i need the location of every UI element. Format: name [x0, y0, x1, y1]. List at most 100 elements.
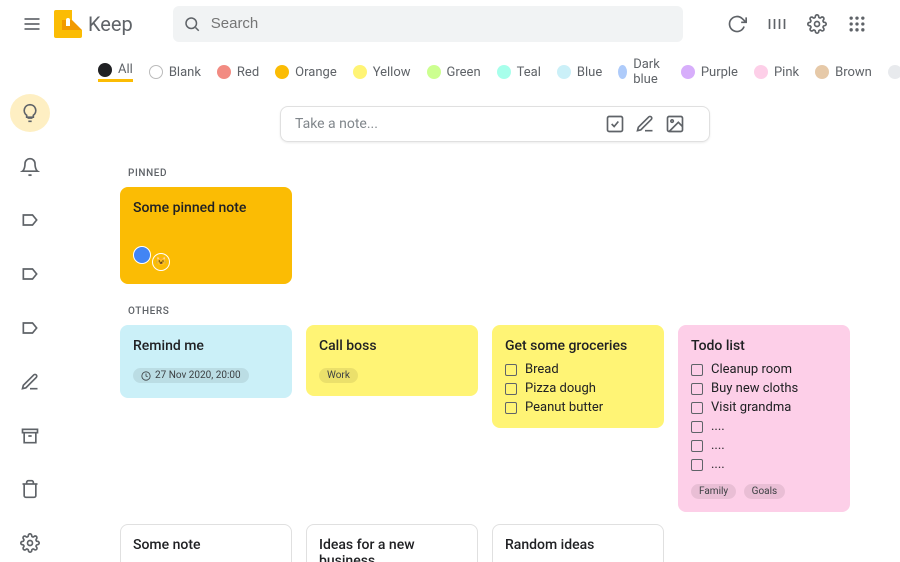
checkbox-icon[interactable]: [691, 402, 703, 414]
note-title: Call boss: [319, 338, 465, 354]
tag-text: Family: [699, 486, 728, 497]
tag-chip[interactable]: Family: [691, 484, 736, 499]
note-title: Ideas for a new business: [319, 537, 465, 562]
note-card[interactable]: Ideas for a new business: [306, 524, 478, 562]
new-drawing-button[interactable]: [635, 114, 665, 134]
checklist-item[interactable]: Cleanup room: [691, 362, 837, 377]
color-filter-label: Blank: [169, 65, 201, 80]
color-swatch-icon: [815, 65, 829, 79]
color-filter-label: Brown: [835, 65, 872, 80]
checkbox-icon[interactable]: [691, 440, 703, 452]
refresh-button[interactable]: [723, 10, 751, 38]
checklist-item[interactable]: ....: [691, 419, 837, 434]
sidebar-item-edit-labels[interactable]: [10, 363, 50, 401]
color-filter-all[interactable]: All: [98, 62, 133, 82]
apps-grid-icon: [847, 14, 867, 34]
gear-icon: [807, 14, 827, 34]
logo[interactable]: Keep: [54, 10, 133, 38]
note-card[interactable]: Remind me 27 Nov 2020, 20:00: [120, 325, 292, 398]
sidebar-item-reminders[interactable]: [10, 148, 50, 186]
note-composer[interactable]: Take a note...: [280, 106, 710, 142]
note-card[interactable]: Random ideas 27 Nov 2020, 20:30: [492, 524, 664, 562]
sidebar-item-label-2[interactable]: [10, 255, 50, 293]
color-filter-red[interactable]: Red: [217, 65, 259, 80]
checkbox-icon[interactable]: [505, 364, 517, 376]
others-section-label: OTHERS: [128, 306, 870, 317]
color-filter-label: All: [118, 62, 133, 77]
color-filter-label: Purple: [701, 65, 738, 80]
color-filter-purple[interactable]: Purple: [681, 65, 738, 80]
new-image-button[interactable]: [665, 114, 695, 134]
color-filter-label: Teal: [517, 65, 541, 80]
checklist-item-text: ....: [711, 438, 725, 453]
new-list-button[interactable]: [605, 114, 635, 134]
note-card[interactable]: Some pinned note 😺: [120, 187, 292, 284]
color-filter-gray[interactable]: Gray: [888, 65, 900, 80]
sidebar-item-label-3[interactable]: [10, 309, 50, 347]
color-swatch-icon: [217, 65, 231, 79]
sidebar-item-archive[interactable]: [10, 417, 50, 455]
checkbox-icon[interactable]: [691, 421, 703, 433]
color-filter-green[interactable]: Green: [427, 65, 481, 80]
pencil-icon: [20, 372, 40, 392]
search-icon: [183, 15, 201, 33]
search-input[interactable]: [211, 15, 673, 32]
checklist: Bread Pizza dough Peanut butter: [505, 362, 651, 415]
apps-button[interactable]: [843, 10, 871, 38]
sidebar-item-notes[interactable]: [10, 94, 50, 132]
list-view-icon: [767, 14, 787, 34]
product-name: Keep: [88, 12, 133, 36]
archive-icon: [20, 426, 40, 446]
reminder-text: 27 Nov 2020, 20:00: [155, 370, 241, 381]
sidebar-item-trash[interactable]: [10, 470, 50, 508]
color-filter-label: Dark blue: [633, 57, 665, 87]
brush-icon: [635, 114, 655, 134]
settings-button[interactable]: [803, 10, 831, 38]
checklist-item[interactable]: Buy new cloths: [691, 381, 837, 396]
collaborator-avatar[interactable]: [133, 246, 151, 264]
clock-icon: [141, 371, 151, 381]
color-filter-pink[interactable]: Pink: [754, 65, 799, 80]
note-card[interactable]: Todo list Cleanup roomBuy new clothsVisi…: [678, 325, 850, 512]
checkbox-icon[interactable]: [691, 459, 703, 471]
tag-chip[interactable]: Goals: [744, 484, 786, 499]
search-bar[interactable]: [173, 6, 683, 42]
checklist-item[interactable]: ....: [691, 457, 837, 472]
color-filter-bar: All Blank Red Orange Yellow Green Teal Blue Dark…: [0, 56, 900, 88]
color-filter-yellow[interactable]: Yellow: [353, 65, 411, 80]
color-swatch-icon: [888, 65, 900, 79]
note-card[interactable]: Some note: [120, 524, 292, 562]
image-icon: [665, 114, 685, 134]
checklist-item[interactable]: ....: [691, 438, 837, 453]
color-filter-label: Pink: [774, 65, 799, 80]
color-filter-teal[interactable]: Teal: [497, 65, 541, 80]
tag-chip[interactable]: Work: [319, 368, 358, 383]
checkbox-icon[interactable]: [505, 383, 517, 395]
checkbox-icon[interactable]: [691, 383, 703, 395]
checklist-item[interactable]: Visit grandma: [691, 400, 837, 415]
color-filter-dark-blue[interactable]: Dark blue: [618, 57, 665, 87]
list-view-button[interactable]: [763, 10, 791, 38]
color-filter-orange[interactable]: Orange: [275, 65, 337, 80]
tag-text: Goals: [752, 486, 778, 497]
sidebar-item-label-1[interactable]: [10, 202, 50, 240]
checklist-item[interactable]: Peanut butter: [505, 400, 651, 415]
checklist: Cleanup room Buy new cloths Visit grandma.…: [691, 362, 837, 472]
checklist-item[interactable]: Bread: [505, 362, 651, 377]
reminder-chip[interactable]: 27 Nov 2020, 20:00: [133, 368, 249, 383]
color-swatch-icon: [618, 65, 627, 79]
color-filter-blank[interactable]: Blank: [149, 65, 201, 80]
main-menu-button[interactable]: [12, 4, 52, 44]
header-actions: [723, 10, 871, 38]
note-card[interactable]: Get some groceries BreadPizza doughPeanu…: [492, 325, 664, 428]
color-filter-brown[interactable]: Brown: [815, 65, 872, 80]
color-filter-blue[interactable]: Blue: [557, 65, 602, 80]
checkbox-icon[interactable]: [505, 402, 517, 414]
others-notes-row-1: Remind me 27 Nov 2020, 20:00 Call boss W…: [120, 325, 870, 512]
checklist-item[interactable]: Pizza dough: [505, 381, 651, 396]
note-card[interactable]: Call boss Work: [306, 325, 478, 396]
refresh-icon: [727, 14, 747, 34]
collaborator-avatar[interactable]: 😺: [152, 253, 170, 271]
sidebar-item-settings[interactable]: [10, 524, 50, 562]
checkbox-icon[interactable]: [691, 364, 703, 376]
